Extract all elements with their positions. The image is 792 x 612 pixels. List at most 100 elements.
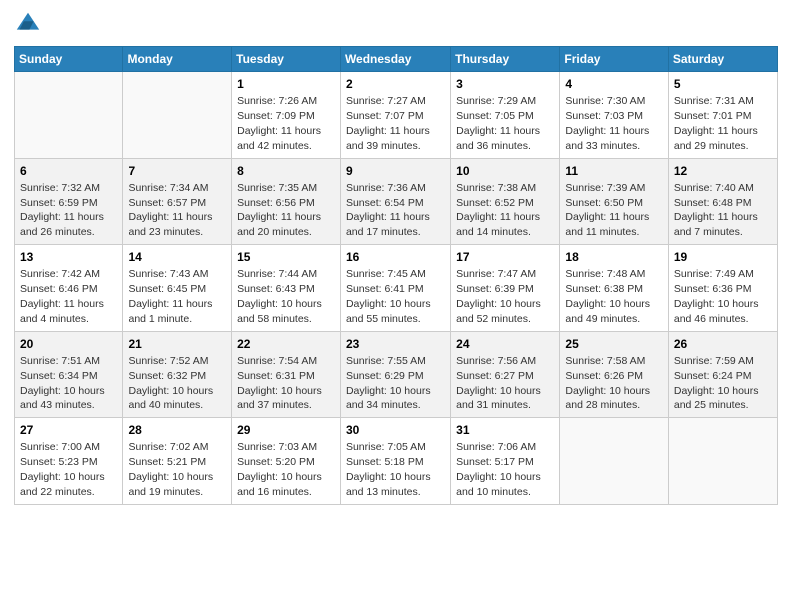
calendar-cell: [668, 418, 777, 505]
sunrise-text: Sunrise: 7:49 AM: [674, 268, 754, 280]
col-tuesday: Tuesday: [232, 47, 341, 72]
daylight-text: Daylight: 11 hours and 29 minutes.: [674, 125, 758, 152]
day-number: 29: [237, 422, 335, 438]
calendar-cell: 5 Sunrise: 7:31 AM Sunset: 7:01 PM Dayli…: [668, 72, 777, 159]
daylight-text: Daylight: 10 hours and 10 minutes.: [456, 471, 541, 498]
daylight-text: Daylight: 10 hours and 25 minutes.: [674, 385, 759, 412]
sunrise-text: Sunrise: 7:26 AM: [237, 95, 317, 107]
daylight-text: Daylight: 11 hours and 17 minutes.: [346, 211, 430, 238]
calendar-cell: 10 Sunrise: 7:38 AM Sunset: 6:52 PM Dayl…: [451, 158, 560, 245]
sunrise-text: Sunrise: 7:54 AM: [237, 355, 317, 367]
day-number: 11: [565, 163, 662, 179]
daylight-text: Daylight: 10 hours and 58 minutes.: [237, 298, 322, 325]
calendar-cell: 14 Sunrise: 7:43 AM Sunset: 6:45 PM Dayl…: [123, 245, 232, 332]
logo-icon: [14, 10, 42, 38]
daylight-text: Daylight: 11 hours and 33 minutes.: [565, 125, 649, 152]
calendar-cell: 21 Sunrise: 7:52 AM Sunset: 6:32 PM Dayl…: [123, 331, 232, 418]
header: [14, 10, 778, 38]
day-number: 13: [20, 249, 117, 265]
day-number: 7: [128, 163, 226, 179]
daylight-text: Daylight: 10 hours and 31 minutes.: [456, 385, 541, 412]
day-number: 23: [346, 336, 445, 352]
day-number: 4: [565, 76, 662, 92]
day-number: 27: [20, 422, 117, 438]
sunrise-text: Sunrise: 7:52 AM: [128, 355, 208, 367]
calendar-cell: 28 Sunrise: 7:02 AM Sunset: 5:21 PM Dayl…: [123, 418, 232, 505]
col-friday: Friday: [560, 47, 668, 72]
day-number: 18: [565, 249, 662, 265]
daylight-text: Daylight: 10 hours and 16 minutes.: [237, 471, 322, 498]
sunrise-text: Sunrise: 7:42 AM: [20, 268, 100, 280]
sunset-text: Sunset: 6:27 PM: [456, 370, 534, 382]
daylight-text: Daylight: 11 hours and 36 minutes.: [456, 125, 540, 152]
sunrise-text: Sunrise: 7:58 AM: [565, 355, 645, 367]
sunrise-text: Sunrise: 7:56 AM: [456, 355, 536, 367]
calendar-cell: 11 Sunrise: 7:39 AM Sunset: 6:50 PM Dayl…: [560, 158, 668, 245]
day-number: 5: [674, 76, 772, 92]
sunrise-text: Sunrise: 7:27 AM: [346, 95, 426, 107]
calendar-cell: 12 Sunrise: 7:40 AM Sunset: 6:48 PM Dayl…: [668, 158, 777, 245]
sunset-text: Sunset: 6:31 PM: [237, 370, 315, 382]
calendar-cell: 30 Sunrise: 7:05 AM Sunset: 5:18 PM Dayl…: [340, 418, 450, 505]
calendar-cell: 6 Sunrise: 7:32 AM Sunset: 6:59 PM Dayli…: [15, 158, 123, 245]
logo: [14, 10, 46, 38]
col-monday: Monday: [123, 47, 232, 72]
calendar-cell: 19 Sunrise: 7:49 AM Sunset: 6:36 PM Dayl…: [668, 245, 777, 332]
sunset-text: Sunset: 5:20 PM: [237, 456, 315, 468]
daylight-text: Daylight: 11 hours and 20 minutes.: [237, 211, 321, 238]
sunrise-text: Sunrise: 7:05 AM: [346, 441, 426, 453]
daylight-text: Daylight: 10 hours and 40 minutes.: [128, 385, 213, 412]
daylight-text: Daylight: 10 hours and 22 minutes.: [20, 471, 105, 498]
day-number: 25: [565, 336, 662, 352]
daylight-text: Daylight: 10 hours and 55 minutes.: [346, 298, 431, 325]
sunrise-text: Sunrise: 7:35 AM: [237, 182, 317, 194]
sunrise-text: Sunrise: 7:40 AM: [674, 182, 754, 194]
sunset-text: Sunset: 6:34 PM: [20, 370, 98, 382]
sunset-text: Sunset: 6:50 PM: [565, 197, 643, 209]
sunset-text: Sunset: 7:09 PM: [237, 110, 315, 122]
sunrise-text: Sunrise: 7:59 AM: [674, 355, 754, 367]
sunrise-text: Sunrise: 7:55 AM: [346, 355, 426, 367]
day-number: 16: [346, 249, 445, 265]
day-number: 21: [128, 336, 226, 352]
calendar-cell: 16 Sunrise: 7:45 AM Sunset: 6:41 PM Dayl…: [340, 245, 450, 332]
calendar-cell: 7 Sunrise: 7:34 AM Sunset: 6:57 PM Dayli…: [123, 158, 232, 245]
calendar-cell: 3 Sunrise: 7:29 AM Sunset: 7:05 PM Dayli…: [451, 72, 560, 159]
sunset-text: Sunset: 5:18 PM: [346, 456, 424, 468]
calendar-cell: 18 Sunrise: 7:48 AM Sunset: 6:38 PM Dayl…: [560, 245, 668, 332]
day-number: 1: [237, 76, 335, 92]
col-sunday: Sunday: [15, 47, 123, 72]
calendar-cell: 17 Sunrise: 7:47 AM Sunset: 6:39 PM Dayl…: [451, 245, 560, 332]
calendar-cell: 8 Sunrise: 7:35 AM Sunset: 6:56 PM Dayli…: [232, 158, 341, 245]
col-saturday: Saturday: [668, 47, 777, 72]
daylight-text: Daylight: 11 hours and 14 minutes.: [456, 211, 540, 238]
calendar-cell: 27 Sunrise: 7:00 AM Sunset: 5:23 PM Dayl…: [15, 418, 123, 505]
daylight-text: Daylight: 11 hours and 7 minutes.: [674, 211, 758, 238]
calendar-cell: [15, 72, 123, 159]
calendar-cell: 25 Sunrise: 7:58 AM Sunset: 6:26 PM Dayl…: [560, 331, 668, 418]
day-number: 8: [237, 163, 335, 179]
day-number: 12: [674, 163, 772, 179]
calendar-cell: 24 Sunrise: 7:56 AM Sunset: 6:27 PM Dayl…: [451, 331, 560, 418]
sunset-text: Sunset: 6:57 PM: [128, 197, 206, 209]
day-number: 2: [346, 76, 445, 92]
sunset-text: Sunset: 5:23 PM: [20, 456, 98, 468]
col-wednesday: Wednesday: [340, 47, 450, 72]
sunrise-text: Sunrise: 7:29 AM: [456, 95, 536, 107]
daylight-text: Daylight: 11 hours and 26 minutes.: [20, 211, 104, 238]
sunset-text: Sunset: 6:36 PM: [674, 283, 752, 295]
calendar-cell: 23 Sunrise: 7:55 AM Sunset: 6:29 PM Dayl…: [340, 331, 450, 418]
calendar-cell: 13 Sunrise: 7:42 AM Sunset: 6:46 PM Dayl…: [15, 245, 123, 332]
sunset-text: Sunset: 6:32 PM: [128, 370, 206, 382]
day-number: 17: [456, 249, 554, 265]
calendar-cell: 9 Sunrise: 7:36 AM Sunset: 6:54 PM Dayli…: [340, 158, 450, 245]
col-thursday: Thursday: [451, 47, 560, 72]
day-number: 14: [128, 249, 226, 265]
sunset-text: Sunset: 6:43 PM: [237, 283, 315, 295]
sunrise-text: Sunrise: 7:31 AM: [674, 95, 754, 107]
sunset-text: Sunset: 6:29 PM: [346, 370, 424, 382]
calendar-cell: 26 Sunrise: 7:59 AM Sunset: 6:24 PM Dayl…: [668, 331, 777, 418]
daylight-text: Daylight: 10 hours and 13 minutes.: [346, 471, 431, 498]
sunrise-text: Sunrise: 7:30 AM: [565, 95, 645, 107]
calendar-week-row: 6 Sunrise: 7:32 AM Sunset: 6:59 PM Dayli…: [15, 158, 778, 245]
